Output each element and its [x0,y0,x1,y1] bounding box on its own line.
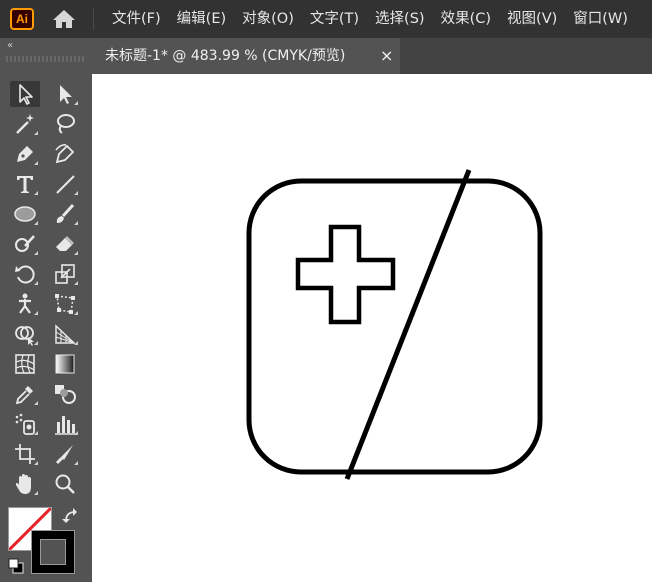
puppet-warp-tool[interactable] [10,291,40,317]
menu-object[interactable]: 对象(O) [234,0,302,38]
collapse-panel-button[interactable]: « [7,40,13,51]
curvature-tool[interactable] [50,141,80,167]
menu-type[interactable]: 文字(T) [302,0,367,38]
plus-cross-shape[interactable] [295,224,396,325]
tools-panel: « [0,38,92,582]
mesh-icon [15,354,35,374]
main-menu: 文件(F) 编辑(E) 对象(O) 文字(T) 选择(S) 效果(C) 视图(V… [104,0,636,38]
paintbrush-tool[interactable] [50,201,80,227]
artwork [246,169,543,480]
selection-arrow-icon [19,84,33,105]
direct-selection-tool[interactable] [50,81,80,107]
curvature-pen-icon [55,144,75,164]
perspective-grid-tool[interactable] [50,321,80,347]
plus-cross-inner [298,260,359,288]
menu-select[interactable]: 选择(S) [367,0,433,38]
artboard-tool[interactable] [10,441,40,467]
document-tab[interactable]: 未标题-1* @ 483.99 % (CMYK/预览) × [92,38,400,74]
gradient-tool[interactable] [50,351,80,377]
close-tab-button[interactable]: × [380,38,393,74]
ellipse-tool[interactable] [10,201,40,227]
eraser-tool[interactable] [50,231,80,257]
menu-effect[interactable]: 效果(C) [433,0,499,38]
rounded-square-shape[interactable] [246,178,543,475]
illustrator-logo-icon: Ai [10,8,34,30]
zoom-magnifier-icon [55,474,75,494]
pen-tool[interactable] [10,141,40,167]
zoom-tool[interactable] [50,471,80,497]
selection-tool[interactable] [10,81,40,107]
line-segment-tool[interactable] [50,171,80,197]
menu-window[interactable]: 窗口(W) [565,0,636,38]
swap-fill-stroke-icon[interactable] [62,507,80,525]
lasso-icon [57,114,75,134]
stroke-swatch-inner [40,539,66,565]
scale-tool[interactable] [50,261,80,287]
gradient-icon [55,354,75,374]
free-transform-tool[interactable] [50,291,80,317]
document-tab-title: 未标题-1* @ 483.99 % (CMYK/预览) [105,48,346,64]
type-tool[interactable] [10,171,40,197]
stroke-swatch[interactable] [31,530,75,574]
shaper-tool[interactable] [10,231,40,257]
menu-file[interactable]: 文件(F) [104,0,169,38]
menu-edit[interactable]: 编辑(E) [169,0,234,38]
menu-divider [93,8,94,30]
mesh-tool[interactable] [10,351,40,377]
blend-icon [55,385,76,404]
lasso-tool[interactable] [50,111,80,137]
column-graph-tool[interactable] [50,411,80,437]
eyedropper-tool[interactable] [10,381,40,407]
home-icon[interactable] [52,9,76,29]
artboard-canvas[interactable] [92,74,652,582]
default-fill-stroke-icon[interactable] [8,558,24,574]
shape-builder-tool[interactable] [10,321,40,347]
slice-tool[interactable] [50,441,80,467]
panel-grip[interactable] [6,56,86,62]
diagonal-line-shape[interactable] [344,169,472,480]
document-tab-bar: 未标题-1* @ 483.99 % (CMYK/预览) × [92,38,652,74]
rotate-tool[interactable] [10,261,40,287]
hand-tool[interactable] [10,471,40,497]
symbol-sprayer-tool[interactable] [10,411,40,437]
menu-view[interactable]: 视图(V) [499,0,565,38]
menu-bar: Ai 文件(F) 编辑(E) 对象(O) 文字(T) 选择(S) 效果(C) 视… [0,0,652,38]
magic-wand-tool[interactable] [10,111,40,137]
blend-tool[interactable] [50,381,80,407]
